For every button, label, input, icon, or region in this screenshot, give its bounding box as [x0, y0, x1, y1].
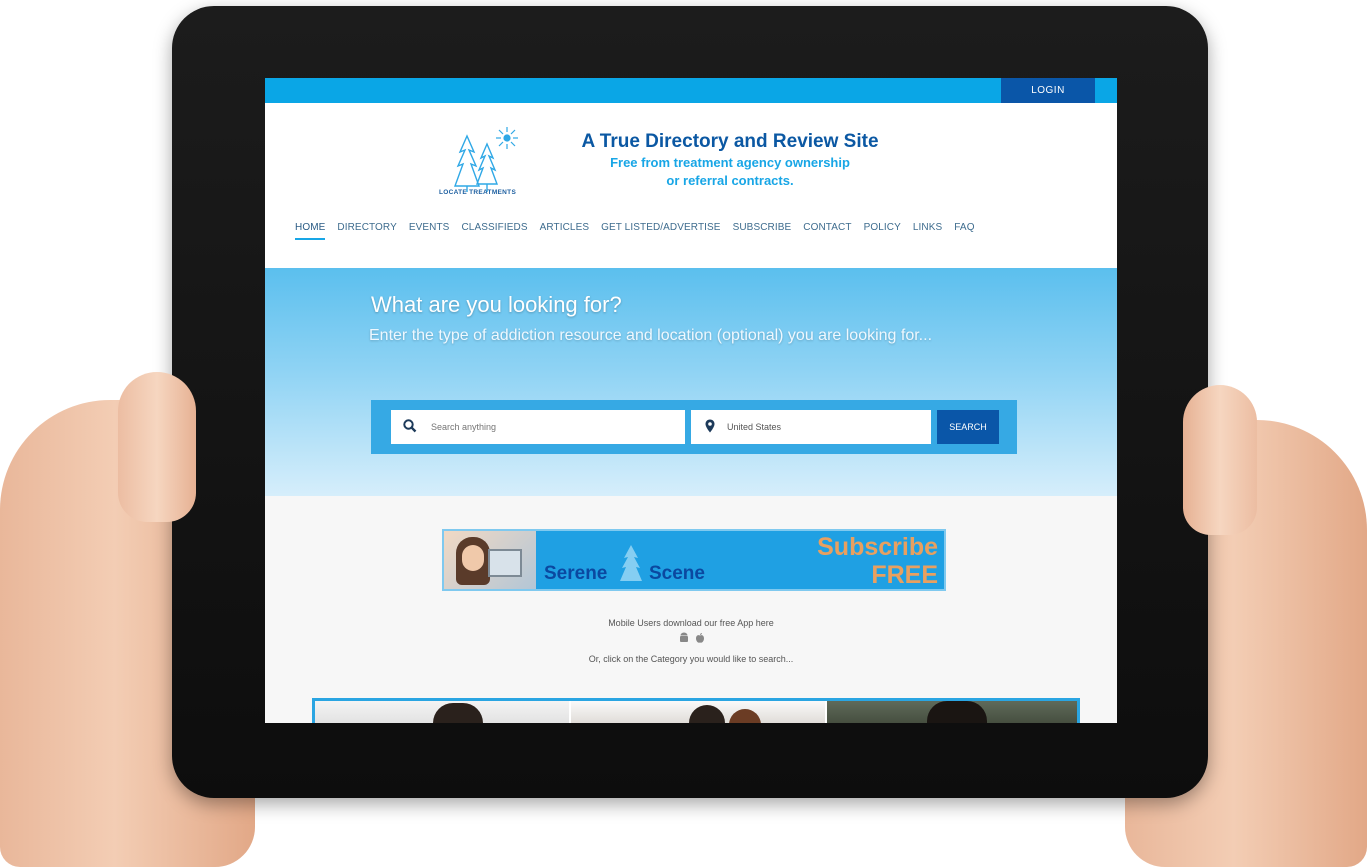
banner-cta-subscribe: Subscribe: [817, 533, 938, 561]
map-pin-icon: [705, 419, 715, 433]
banner-photo: [444, 531, 536, 589]
banner-person-face: [462, 545, 484, 571]
category-2-photo-person-a: [689, 705, 725, 723]
android-icon[interactable]: [679, 632, 689, 644]
nav-faq[interactable]: FAQ: [954, 220, 974, 240]
site-tagline: A True Directory and Review Site Free fr…: [548, 130, 912, 190]
category-tile-1[interactable]: [315, 701, 569, 723]
tablet-screen: LOGIN LOCATE TREATMENTS A True Directory…: [265, 78, 1117, 723]
category-prompt: Or, click on the Category you would like…: [588, 654, 794, 664]
location-box[interactable]: United States: [691, 410, 931, 444]
category-tile-2[interactable]: [571, 701, 825, 723]
app-icons: [677, 632, 707, 646]
hero-subtitle: Enter the type of addiction resource and…: [369, 327, 933, 344]
mobile-download-text: Mobile Users download our free App here: [608, 618, 774, 628]
apple-icon[interactable]: [695, 632, 705, 644]
banner-tablet-image: [488, 549, 522, 577]
category-3-photo-person: [927, 701, 987, 723]
logo-text: LOCATE TREATMENTS: [439, 189, 517, 196]
nav-articles[interactable]: ARTICLES: [540, 220, 590, 240]
left-thumb: [118, 372, 196, 522]
banner-brand-left: Serene: [544, 563, 608, 584]
banner-cta-free: FREE: [871, 561, 938, 589]
right-thumb: [1183, 385, 1257, 535]
nav-classifieds[interactable]: CLASSIFIEDS: [461, 220, 527, 240]
nav-home[interactable]: HOME: [295, 220, 326, 240]
nav-directory[interactable]: DIRECTORY: [337, 220, 396, 240]
banner-brand-right: Scene: [649, 563, 705, 584]
content-section: Serene Scene Subscribe FREE Mobile Users…: [265, 496, 1117, 723]
nav-events[interactable]: EVENTS: [409, 220, 450, 240]
nav-contact[interactable]: CONTACT: [803, 220, 851, 240]
subscribe-banner[interactable]: Serene Scene Subscribe FREE: [442, 529, 946, 591]
search-panel: United States SEARCH: [371, 400, 1017, 454]
hero-title: What are you looking for?: [371, 292, 622, 317]
search-box[interactable]: [391, 410, 685, 444]
category-2-photo-person-b: [729, 709, 761, 723]
tagline-title: A True Directory and Review Site: [581, 131, 879, 152]
nav-subscribe[interactable]: SUBSCRIBE: [733, 220, 792, 240]
tagline-subtitle-2: or referral contracts.: [666, 173, 794, 188]
category-strip: [312, 698, 1080, 723]
category-1-photo-person: [433, 703, 483, 723]
hero-section: What are you looking for? Enter the type…: [265, 268, 1117, 496]
search-input[interactable]: [431, 410, 671, 444]
tagline-subtitle-1: Free from treatment agency ownership: [610, 155, 850, 170]
nav-get-listed[interactable]: GET LISTED/ADVERTISE: [601, 220, 720, 240]
nav-policy[interactable]: POLICY: [864, 220, 901, 240]
login-button[interactable]: LOGIN: [1001, 78, 1095, 103]
location-value: United States: [727, 422, 782, 432]
banner-tree-icon: [620, 545, 642, 581]
search-button[interactable]: SEARCH: [937, 410, 999, 444]
top-bar: LOGIN: [265, 78, 1117, 103]
search-icon: [403, 419, 417, 433]
main-nav: HOME DIRECTORY EVENTS CLASSIFIEDS ARTICL…: [295, 220, 975, 240]
nav-links[interactable]: LINKS: [913, 220, 942, 240]
category-tile-3[interactable]: [827, 701, 1077, 723]
